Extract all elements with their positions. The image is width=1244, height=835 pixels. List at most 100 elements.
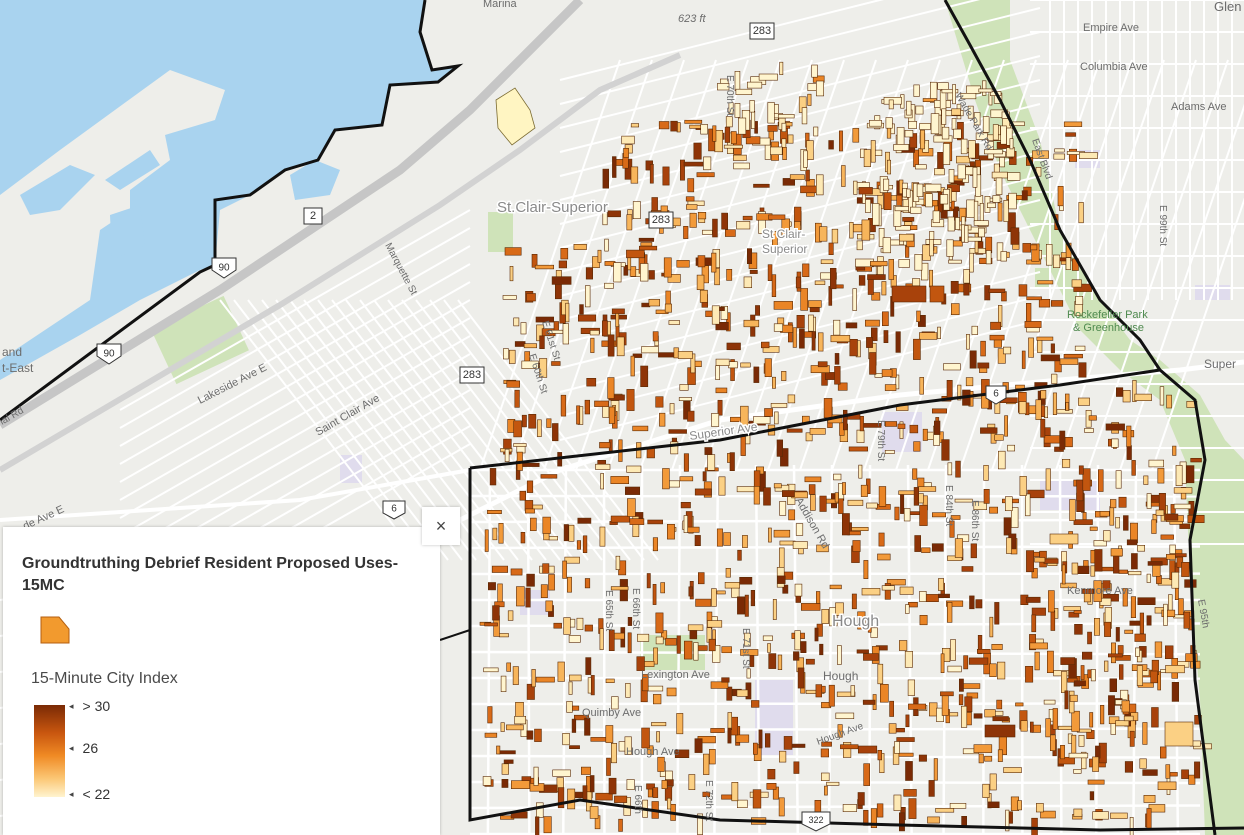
parcel[interactable] — [576, 540, 582, 550]
parcel[interactable] — [979, 203, 984, 224]
parcel[interactable] — [1025, 665, 1034, 683]
parcel[interactable] — [819, 643, 824, 656]
parcel[interactable] — [1065, 257, 1071, 271]
parcel[interactable] — [487, 582, 496, 591]
parcel[interactable] — [1143, 475, 1149, 485]
parcel[interactable] — [506, 662, 512, 672]
parcel[interactable] — [679, 384, 689, 391]
parcel[interactable] — [753, 366, 760, 383]
parcel[interactable] — [922, 428, 928, 441]
parcel[interactable] — [982, 783, 990, 798]
parcel[interactable] — [516, 586, 525, 607]
parcel[interactable] — [919, 376, 924, 395]
parcel[interactable] — [864, 319, 880, 327]
parcel[interactable] — [867, 274, 886, 280]
parcel[interactable] — [928, 780, 935, 797]
parcel[interactable] — [1021, 190, 1028, 201]
parcel[interactable] — [842, 482, 846, 495]
parcel[interactable] — [865, 199, 871, 213]
parcel[interactable] — [584, 285, 591, 308]
parcel[interactable] — [715, 387, 728, 394]
parcel[interactable] — [1004, 496, 1013, 512]
parcel[interactable] — [607, 210, 621, 218]
parcel[interactable] — [539, 335, 545, 349]
parcel[interactable] — [562, 732, 570, 746]
parcel[interactable] — [817, 332, 824, 352]
parcel[interactable] — [881, 311, 889, 326]
parcel[interactable] — [1046, 244, 1053, 266]
parcel[interactable] — [1115, 516, 1120, 529]
parcel[interactable] — [652, 787, 659, 798]
parcel[interactable] — [983, 488, 990, 504]
parcel[interactable] — [658, 352, 675, 358]
parcel[interactable] — [826, 781, 840, 786]
parcel[interactable] — [711, 252, 717, 273]
parcel[interactable] — [881, 585, 895, 591]
parcel[interactable] — [679, 476, 694, 482]
parcel[interactable] — [1109, 506, 1115, 526]
parcel[interactable] — [792, 327, 797, 348]
parcel[interactable] — [1037, 280, 1054, 285]
parcel[interactable] — [1040, 418, 1046, 438]
parcel[interactable] — [760, 341, 770, 349]
parcel[interactable] — [1007, 444, 1015, 452]
parcel[interactable] — [963, 655, 969, 670]
parcel[interactable] — [1135, 647, 1140, 657]
parcel[interactable] — [876, 803, 884, 818]
parcel[interactable] — [1137, 597, 1156, 606]
parcel[interactable] — [742, 535, 748, 548]
parcel[interactable] — [1146, 573, 1151, 583]
parcel[interactable] — [914, 254, 923, 271]
parcel[interactable] — [652, 583, 657, 605]
parcel[interactable] — [606, 757, 611, 776]
parcel[interactable] — [1025, 596, 1041, 603]
parcel[interactable] — [1048, 590, 1055, 613]
parcel[interactable] — [531, 669, 536, 688]
parcel[interactable] — [860, 484, 868, 497]
parcel[interactable] — [697, 255, 706, 268]
parcel[interactable] — [1169, 772, 1178, 777]
parcel[interactable] — [1129, 730, 1135, 747]
parcel[interactable] — [707, 454, 716, 471]
parcel[interactable] — [833, 473, 842, 481]
parcel[interactable] — [683, 226, 689, 239]
parcel[interactable] — [849, 526, 869, 531]
parcel[interactable] — [984, 709, 996, 718]
parcel[interactable] — [888, 259, 894, 280]
parcel[interactable] — [796, 314, 805, 329]
parcel[interactable] — [599, 628, 604, 650]
parcel[interactable] — [723, 144, 743, 149]
parcel[interactable] — [1051, 373, 1058, 384]
parcel[interactable] — [1150, 670, 1158, 684]
parcel[interactable] — [768, 527, 772, 543]
parcel[interactable] — [500, 675, 507, 692]
parcel[interactable] — [857, 792, 865, 806]
parcel[interactable] — [968, 657, 989, 665]
parcel[interactable] — [487, 706, 493, 724]
parcel[interactable] — [1148, 459, 1165, 468]
parcel[interactable] — [966, 333, 970, 350]
parcel[interactable] — [553, 622, 562, 629]
parcel[interactable] — [540, 474, 558, 479]
parcel[interactable] — [743, 276, 752, 288]
parcel[interactable] — [954, 538, 964, 558]
parcel[interactable] — [567, 788, 576, 810]
parcel[interactable] — [595, 463, 611, 470]
parcel[interactable] — [1071, 710, 1080, 732]
parcel[interactable] — [702, 471, 707, 482]
parcel[interactable] — [1172, 445, 1177, 456]
parcel[interactable] — [992, 195, 1001, 203]
parcel[interactable] — [1065, 132, 1076, 137]
parcel[interactable] — [1155, 509, 1165, 516]
parcel[interactable] — [950, 639, 956, 661]
parcel[interactable] — [651, 197, 658, 213]
parcel[interactable] — [739, 576, 753, 585]
parcel[interactable] — [770, 402, 788, 408]
parcel[interactable] — [1076, 479, 1084, 502]
parcel[interactable] — [1000, 251, 1007, 262]
parcel[interactable] — [589, 775, 595, 793]
parcel[interactable] — [709, 748, 716, 765]
parcel[interactable] — [577, 517, 592, 524]
parcel[interactable] — [838, 498, 844, 514]
parcel[interactable] — [585, 267, 594, 280]
